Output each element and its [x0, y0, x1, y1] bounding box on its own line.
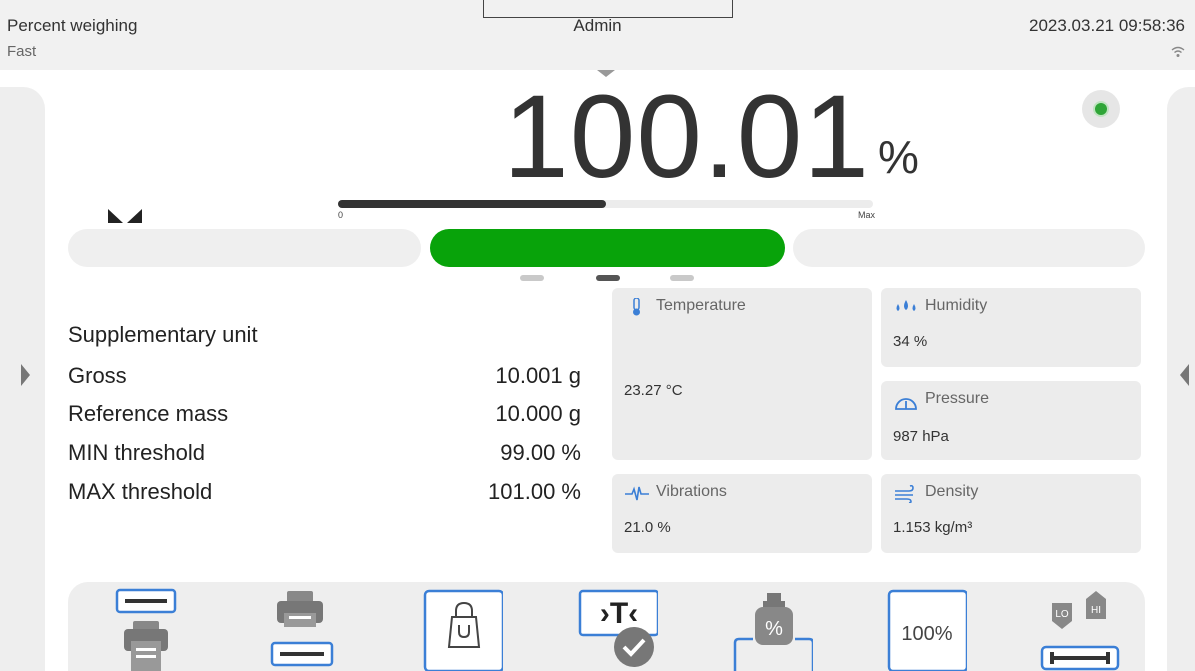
info-value-reference-mass: 10.000 g [495, 401, 581, 426]
pressure-label: Pressure [925, 390, 990, 407]
stability-marker-icon [108, 209, 142, 223]
printer-footer-icon [270, 591, 334, 667]
reading-speed-label: Fast [7, 43, 37, 60]
wind-icon [895, 485, 914, 503]
svg-text:%: % [765, 618, 783, 640]
print-header-button[interactable] [109, 585, 189, 671]
weighing-range-fill [338, 200, 606, 208]
logged-user-label[interactable]: Admin [0, 16, 1195, 36]
pressure-card[interactable]: Pressure 987 hPa [881, 381, 1141, 460]
page-indicator-2[interactable] [596, 275, 620, 281]
date-time-label: 2023.03.21 09:58:36 [1029, 16, 1185, 35]
page-indicator-1[interactable] [520, 275, 544, 281]
set-100-percent-button[interactable]: 100% [887, 585, 967, 671]
vibrations-value: 21.0 % [624, 519, 671, 536]
range-max-label: Max [858, 210, 876, 220]
top-status-bar: Percent weighing Fast Admin 2023.03.21 0… [0, 0, 1195, 70]
expand-left-panel-arrow-icon[interactable] [21, 364, 30, 386]
humidity-label: Humidity [925, 297, 988, 314]
tare-button[interactable]: ›T‹ [578, 585, 658, 671]
bag-icon [423, 589, 503, 671]
gauge-icon [895, 398, 917, 410]
vibrations-label: Vibrations [656, 483, 727, 500]
info-label-gross: Gross [68, 363, 127, 388]
wifi-icon [1171, 46, 1185, 57]
printer-header-icon [115, 588, 177, 671]
pressure-value: 987 hPa [893, 428, 949, 445]
drops-icon [896, 300, 916, 311]
info-value-max-threshold: 101.00 % [488, 479, 581, 504]
humidity-card[interactable]: Humidity 34 % [881, 288, 1141, 367]
reference-mass-button[interactable]: % [733, 585, 813, 671]
vibrations-card[interactable]: Vibrations 21.0 % [612, 474, 872, 553]
info-label-max-threshold: MAX threshold [68, 479, 213, 504]
temperature-label: Temperature [656, 297, 746, 314]
pulse-icon [625, 486, 649, 501]
status-dot-icon [1095, 103, 1107, 115]
density-card[interactable]: Density 1.153 kg/m³ [881, 474, 1141, 553]
thresholds-button[interactable]: LO HI [1040, 585, 1120, 671]
info-value-min-threshold: 99.00 % [500, 440, 581, 465]
thermometer-icon [633, 298, 640, 316]
hi-label: HI [1091, 605, 1101, 616]
info-value-gross: 10.001 g [495, 363, 581, 388]
density-value: 1.153 kg/m³ [893, 519, 973, 536]
weight-percent-icon: % [733, 593, 813, 671]
range-min-label: 0 [338, 210, 344, 220]
percent-100-icon: 100% [887, 589, 967, 671]
svg-text:›T‹: ›T‹ [600, 597, 638, 630]
threshold-ok-bar [430, 229, 785, 267]
weighing-result: 100.01 [503, 71, 870, 203]
result-unit[interactable]: % [878, 130, 919, 184]
expand-right-panel-arrow-icon[interactable] [1180, 364, 1189, 386]
percent-100-label: 100% [901, 623, 952, 645]
temperature-card[interactable]: Temperature 23.27 °C [612, 288, 872, 460]
humidity-value: 34 % [893, 333, 928, 350]
tare-container-button[interactable] [423, 585, 503, 671]
info-label-min-threshold: MIN threshold [68, 440, 205, 465]
lo-hi-icon: LO HI [1040, 591, 1120, 671]
page-indicator-3[interactable] [670, 275, 694, 281]
threshold-below-min-bar [68, 229, 421, 267]
density-label: Density [925, 483, 979, 500]
print-footer-button[interactable] [265, 585, 345, 671]
weighing-range-bar [338, 200, 873, 208]
threshold-above-max-bar [793, 229, 1145, 267]
info-label-reference-mass: Reference mass [68, 401, 229, 426]
temperature-value: 23.27 °C [624, 382, 683, 399]
lo-label: LO [1055, 609, 1069, 620]
tare-check-icon: ›T‹ [578, 589, 658, 667]
info-heading: Supplementary unit [68, 322, 258, 347]
